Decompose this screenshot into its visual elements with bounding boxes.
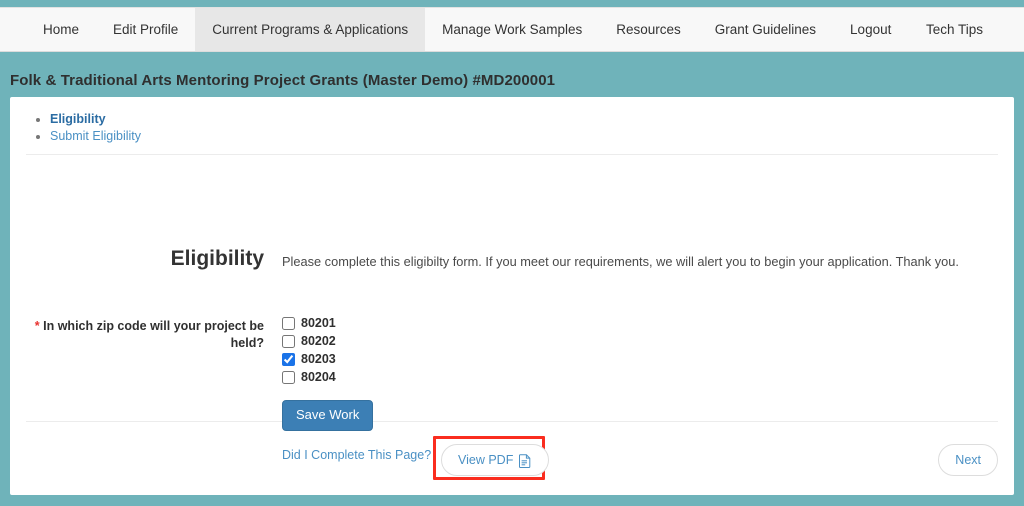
content-card: Eligibility Submit Eligibility Eligibili… xyxy=(10,97,1014,495)
checkbox-80202[interactable] xyxy=(282,335,295,348)
nav-right-group: Tech Tips xyxy=(909,8,1000,51)
nav-item-edit-profile[interactable]: Edit Profile xyxy=(96,8,195,51)
nav-item-manage-work-samples[interactable]: Manage Work Samples xyxy=(425,8,599,51)
zip-code-question-text: In which zip code will your project be h… xyxy=(43,319,264,350)
section-heading: Eligibility xyxy=(10,247,264,271)
required-asterisk: * xyxy=(35,319,40,333)
step-link-submit-eligibility[interactable]: Submit Eligibility xyxy=(50,129,141,143)
nav-item-grant-guidelines[interactable]: Grant Guidelines xyxy=(698,8,833,51)
view-pdf-label: View PDF xyxy=(458,453,513,467)
pdf-file-icon xyxy=(519,454,532,468)
section-description: Please complete this eligibilty form. If… xyxy=(282,253,959,270)
page-title: Folk & Traditional Arts Mentoring Projec… xyxy=(10,72,555,89)
checkbox-row-80202[interactable]: 80202 xyxy=(282,332,431,350)
nav-item-home[interactable]: Home xyxy=(26,8,96,51)
checkbox-row-80203[interactable]: 80203 xyxy=(282,350,431,368)
step-list: Eligibility Submit Eligibility xyxy=(10,97,1014,144)
main-navigation-bar: Home Edit Profile Current Programs & App… xyxy=(0,7,1024,52)
checkbox-label-80203[interactable]: 80203 xyxy=(301,352,336,366)
checkbox-label-80204[interactable]: 80204 xyxy=(301,370,336,384)
checkbox-row-80201[interactable]: 80201 xyxy=(282,314,431,332)
nav-item-tech-tips[interactable]: Tech Tips xyxy=(909,8,1000,51)
checkbox-80204[interactable] xyxy=(282,371,295,384)
checkbox-80203[interactable] xyxy=(282,353,295,366)
checkbox-row-80204[interactable]: 80204 xyxy=(282,368,431,386)
nav-item-resources[interactable]: Resources xyxy=(599,8,698,51)
nav-item-logout[interactable]: Logout xyxy=(833,8,908,51)
nav-item-list: Home Edit Profile Current Programs & App… xyxy=(26,8,908,51)
zip-code-field-label: * In which zip code will your project be… xyxy=(24,318,264,352)
list-item: Eligibility xyxy=(50,111,1014,127)
card-footer: View PDF Next xyxy=(10,422,1014,494)
nav-item-current-programs-applications[interactable]: Current Programs & Applications xyxy=(195,8,425,51)
checkbox-label-80202[interactable]: 80202 xyxy=(301,334,336,348)
step-link-eligibility[interactable]: Eligibility xyxy=(50,112,106,126)
next-button-wrapper: Next xyxy=(938,444,998,476)
list-item: Submit Eligibility xyxy=(50,128,1014,144)
view-pdf-button[interactable]: View PDF xyxy=(441,444,549,476)
form-body: Eligibility Please complete this eligibi… xyxy=(10,155,1014,421)
view-pdf-button-wrapper: View PDF xyxy=(441,444,549,476)
next-button[interactable]: Next xyxy=(938,444,998,476)
checkbox-80201[interactable] xyxy=(282,317,295,330)
checkbox-label-80201[interactable]: 80201 xyxy=(301,316,336,330)
